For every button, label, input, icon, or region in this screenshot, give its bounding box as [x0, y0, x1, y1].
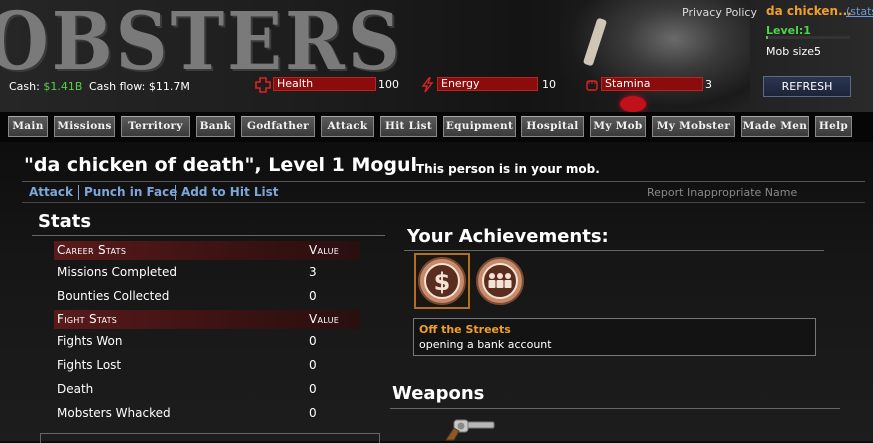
achievement-description: opening a bank account: [419, 338, 552, 351]
energy-bolt-icon: [421, 77, 434, 93]
fight-value-title: Value: [309, 312, 340, 326]
career-stats-header: Career Stats Value: [54, 241, 360, 260]
health-cross-icon: [255, 77, 271, 93]
stat-value: 0: [309, 334, 317, 348]
main-nav: Main Missions Territory Bank Godfather A…: [0, 112, 873, 142]
nav-made-men[interactable]: Made Men: [741, 116, 809, 137]
nav-help[interactable]: Help: [815, 116, 852, 137]
stat-value: 0: [309, 382, 317, 396]
mob-status-note: This person is in your mob.: [416, 162, 600, 176]
health-value: 100: [378, 78, 399, 91]
nav-my-mob[interactable]: My Mob: [590, 116, 646, 137]
health-bar: Health: [273, 77, 376, 91]
cashflow-label: Cash flow:: [89, 80, 146, 93]
nav-godfather[interactable]: Godfather: [241, 116, 315, 137]
achievement-detail-card: Off the Streets opening a bank account: [413, 318, 816, 356]
energy-bar: Energy: [437, 77, 538, 91]
add-to-hit-list-link[interactable]: Add to Hit List: [181, 185, 279, 199]
divider: [175, 185, 176, 200]
stat-value: 0: [309, 358, 317, 372]
stamina-value: 3: [705, 78, 712, 91]
stamina-fist-icon: [586, 80, 598, 91]
weapons-heading: Weapons: [392, 383, 485, 404]
stat-label: Fights Lost: [57, 358, 122, 372]
punch-in-face-link[interactable]: Punch in Face: [84, 185, 177, 199]
career-stats-title: Career Stats: [57, 243, 127, 257]
mobsters-logo: OBSTERS: [0, 0, 403, 88]
nav-main[interactable]: Main: [8, 116, 48, 137]
page-title: "da chicken of death", Level 1 Mogul: [24, 154, 418, 176]
stat-label: Missions Completed: [57, 265, 177, 279]
nav-bank[interactable]: Bank: [196, 116, 235, 137]
nav-my-mobster[interactable]: My Mobster: [652, 116, 735, 137]
stats-heading: Stats: [38, 211, 92, 232]
svg-text:$: $: [434, 268, 451, 296]
nav-hit-list[interactable]: Hit List: [380, 116, 437, 137]
mob-size-label: Mob size:: [766, 45, 818, 58]
revolver-icon[interactable]: [440, 418, 496, 442]
cashflow-display: Cash flow: $11.7M: [89, 80, 190, 93]
profile-content: "da chicken of death", Level 1 Mogul Thi…: [0, 142, 873, 443]
nav-territory[interactable]: Territory: [121, 116, 190, 137]
refresh-button[interactable]: REFRESH: [763, 76, 851, 97]
achievements-heading: Your Achievements:: [407, 226, 609, 247]
privacy-policy-link[interactable]: Privacy Policy: [682, 6, 757, 19]
stats-box-frame: [40, 433, 380, 443]
mob-size-value: 5: [814, 45, 821, 58]
stamina-bar: Stamina: [601, 77, 703, 91]
game-header: OBSTERS Privacy Policy da chicken... (st…: [0, 0, 873, 112]
stat-value: 0: [309, 289, 317, 303]
nav-hospital[interactable]: Hospital: [521, 116, 584, 137]
career-value-title: Value: [309, 243, 340, 257]
divider: [78, 185, 79, 200]
rose-art: [620, 96, 646, 112]
cash-label: Cash:: [9, 80, 40, 93]
cash-display: Cash: $1.41B: [9, 80, 82, 93]
achievement-title: Off the Streets: [419, 323, 511, 336]
report-name-link[interactable]: Report Inappropriate Name: [647, 186, 797, 199]
divider: [22, 181, 865, 182]
attack-link[interactable]: Attack: [29, 185, 73, 199]
nav-equipment[interactable]: Equipment: [443, 116, 516, 137]
stat-label: Bounties Collected: [57, 289, 170, 303]
cash-value: $1.41B: [43, 80, 83, 93]
stats-link[interactable]: (stats: [846, 5, 873, 18]
fight-stats-header: Fight Stats Value: [54, 310, 360, 329]
stat-value: 3: [309, 265, 317, 279]
nav-attack[interactable]: Attack: [321, 116, 374, 137]
energy-value: 10: [542, 78, 556, 91]
divider: [390, 408, 840, 409]
stat-label: Fights Won: [57, 334, 123, 348]
mob-badge-icon[interactable]: [474, 255, 526, 307]
stat-value: 0: [309, 406, 317, 420]
level-progress-bar: [766, 36, 850, 39]
player-name: da chicken...: [766, 4, 852, 18]
divider: [404, 250, 824, 251]
stat-label: Death: [57, 382, 94, 396]
stat-label: Mobsters Whacked: [57, 406, 171, 420]
divider: [22, 202, 865, 203]
nav-missions[interactable]: Missions: [54, 116, 115, 137]
cashflow-value: $11.7M: [148, 80, 190, 93]
fight-stats-title: Fight Stats: [57, 312, 118, 326]
divider: [32, 235, 385, 236]
dollar-badge-icon[interactable]: $: [416, 255, 468, 307]
